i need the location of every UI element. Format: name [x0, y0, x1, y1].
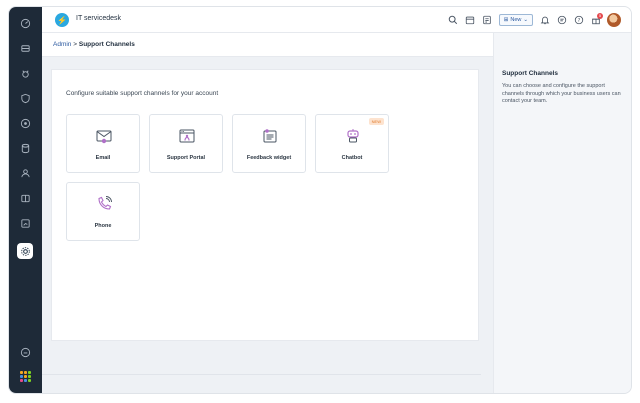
app-title: IT servicedesk: [76, 15, 121, 22]
search-icon[interactable]: [448, 15, 459, 26]
bell-icon[interactable]: [539, 15, 550, 26]
reports-icon[interactable]: [17, 215, 33, 231]
sidebar-description: You can choose and configure the support…: [502, 83, 621, 104]
breadcrumb-admin-link[interactable]: Admin: [53, 41, 71, 48]
channel-card-phone[interactable]: Phone: [66, 182, 140, 241]
apps-grid-icon[interactable]: [20, 371, 31, 382]
users-icon[interactable]: [17, 165, 33, 181]
dashboard-icon[interactable]: [17, 15, 33, 31]
footer-divider: [42, 374, 481, 375]
channel-label: Email: [95, 155, 111, 161]
channel-card-email[interactable]: Email: [66, 114, 140, 173]
new-button[interactable]: ⊞ New ⌄: [498, 14, 533, 26]
portal-icon: [179, 129, 195, 143]
book-icon[interactable]: [17, 190, 33, 206]
left-nav-rail: [9, 7, 42, 393]
chat-support-icon[interactable]: [17, 344, 33, 360]
chevron-down-icon: ⌄: [523, 17, 528, 23]
breadcrumb-separator: >: [71, 41, 79, 48]
avatar[interactable]: [607, 13, 621, 27]
breadcrumb-bar: Admin > Support Channels: [42, 33, 493, 57]
feedback-icon: [263, 129, 277, 143]
chat-icon[interactable]: [556, 15, 567, 26]
channel-label: Feedback widget: [246, 155, 292, 161]
app-logo-icon[interactable]: ⚡: [55, 13, 69, 27]
svg-text:?: ?: [577, 18, 580, 24]
tickets-icon[interactable]: [17, 40, 33, 56]
notification-count-badge: 5: [597, 12, 603, 19]
database-icon[interactable]: [17, 140, 33, 156]
channel-label: Phone: [94, 223, 112, 229]
channel-card-feedback-widget[interactable]: Feedback widget: [232, 114, 306, 173]
new-button-label: New: [510, 17, 522, 23]
help-sidebar: Support Channels You can choose and conf…: [493, 33, 631, 393]
notes-icon[interactable]: [482, 15, 493, 26]
channels-panel: Configure suitable support channels for …: [51, 69, 479, 341]
new-badge: NEW: [368, 118, 384, 125]
plus-icon: ⊞: [503, 17, 509, 23]
shield-icon[interactable]: [17, 90, 33, 106]
top-bar: ⚡ IT servicedesk ⊞ New ⌄ ? 5: [42, 7, 631, 33]
gift-icon[interactable]: 5: [590, 12, 603, 26]
channel-label: Chatbot: [341, 155, 363, 161]
app-window: ⚡ IT servicedesk ⊞ New ⌄ ? 5 Admin > Sup…: [8, 6, 632, 394]
help-icon[interactable]: ?: [573, 15, 584, 26]
page-title: Support Channels: [78, 41, 135, 48]
channel-label: Support Portal: [166, 155, 206, 161]
sidebar-title: Support Channels: [502, 70, 558, 77]
breadcrumb: Admin > Support Channels: [53, 41, 135, 48]
channel-card-chatbot[interactable]: NEW Chatbot: [315, 114, 389, 173]
panel-intro-text: Configure suitable support channels for …: [66, 90, 219, 97]
channel-card-support-portal[interactable]: Support Portal: [149, 114, 223, 173]
bug-icon[interactable]: [17, 65, 33, 81]
calendar-icon[interactable]: [465, 15, 476, 26]
phone-icon: [98, 196, 112, 210]
admin-gear-icon[interactable]: [17, 243, 33, 259]
chatbot-icon: [347, 129, 359, 143]
top-actions: ⊞ New ⌄ ? 5: [448, 12, 621, 28]
settings-circle-icon[interactable]: [17, 115, 33, 131]
email-icon: [96, 130, 112, 144]
